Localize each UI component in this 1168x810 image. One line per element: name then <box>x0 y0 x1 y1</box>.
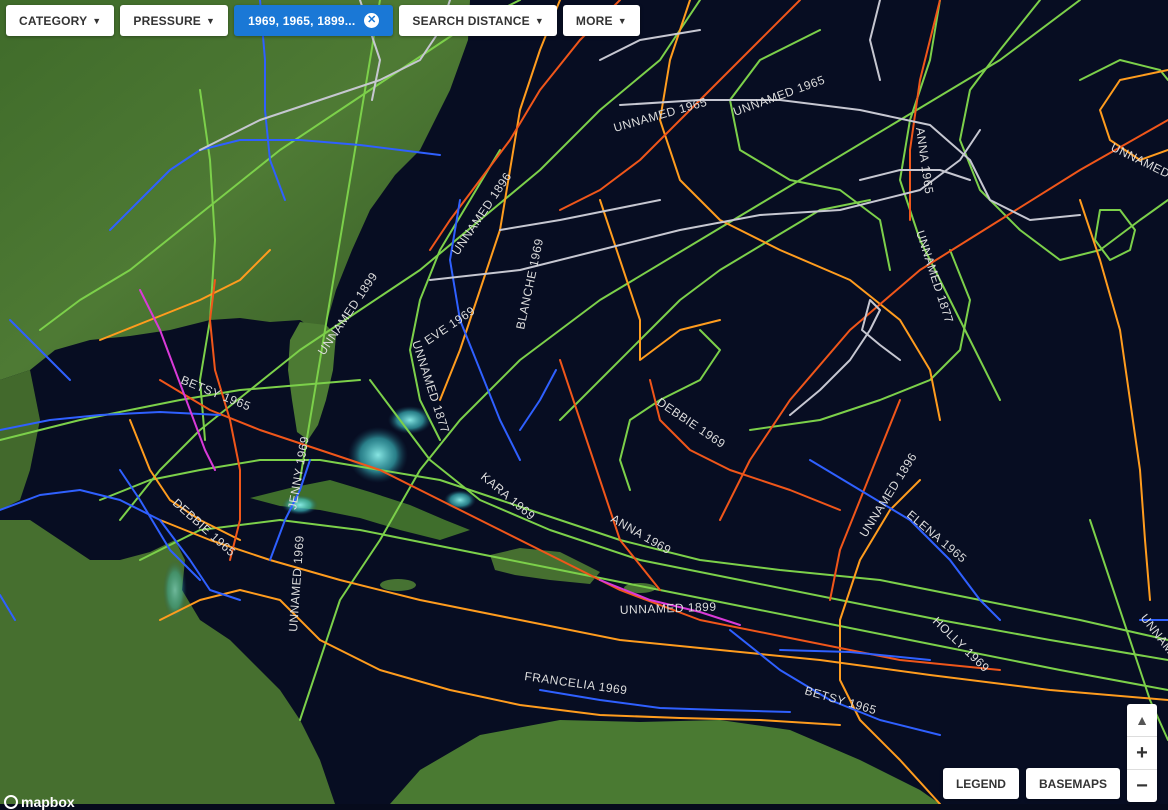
mapbox-logo[interactable]: mapbox <box>4 794 75 810</box>
clear-filter-icon[interactable]: ✕ <box>364 13 380 28</box>
bahamas-bank <box>348 427 408 483</box>
compass-icon[interactable]: ▲ <box>1127 704 1157 737</box>
zoom-in-button[interactable]: + <box>1127 737 1157 770</box>
chevron-down-icon: ▼ <box>617 15 627 26</box>
more-filter-button[interactable]: MORE ▼ <box>562 5 640 36</box>
category-filter-button[interactable]: CATEGORY ▼ <box>6 5 115 36</box>
year-filter-button[interactable]: 1969, 1965, 1899... ✕ <box>234 5 394 36</box>
pressure-filter-label: PRESSURE <box>133 13 202 28</box>
zoom-out-button[interactable]: − <box>1127 770 1157 802</box>
storm-track-map[interactable]: UNNAMED 1965 UNNAMED 1965 ANNA 1965 UNNA… <box>0 0 1168 804</box>
chevron-down-icon: ▼ <box>534 15 544 26</box>
map-bottom-controls: LEGEND BASEMAPS <box>942 768 1120 799</box>
filter-bar: CATEGORY ▼ PRESSURE ▼ 1969, 1965, 1899..… <box>6 5 640 36</box>
legend-button[interactable]: LEGEND <box>942 768 1019 799</box>
chevron-down-icon: ▼ <box>92 15 102 26</box>
zoom-controls: ▲ + − <box>1127 704 1157 802</box>
basemaps-button[interactable]: BASEMAPS <box>1025 768 1120 799</box>
search-distance-filter-button[interactable]: SEARCH DISTANCE ▼ <box>399 5 557 36</box>
land-jamaica <box>380 579 416 591</box>
more-filter-label: MORE <box>575 13 613 28</box>
year-filter-label: 1969, 1965, 1899... <box>248 13 356 28</box>
mapbox-mark-icon <box>4 795 18 809</box>
category-filter-label: CATEGORY <box>19 13 88 28</box>
yucatan-bank <box>163 560 187 620</box>
pressure-filter-button[interactable]: PRESSURE ▼ <box>120 5 229 36</box>
mapbox-logo-text: mapbox <box>21 794 75 810</box>
search-distance-label: SEARCH DISTANCE <box>412 13 530 28</box>
chevron-down-icon: ▼ <box>206 15 216 26</box>
